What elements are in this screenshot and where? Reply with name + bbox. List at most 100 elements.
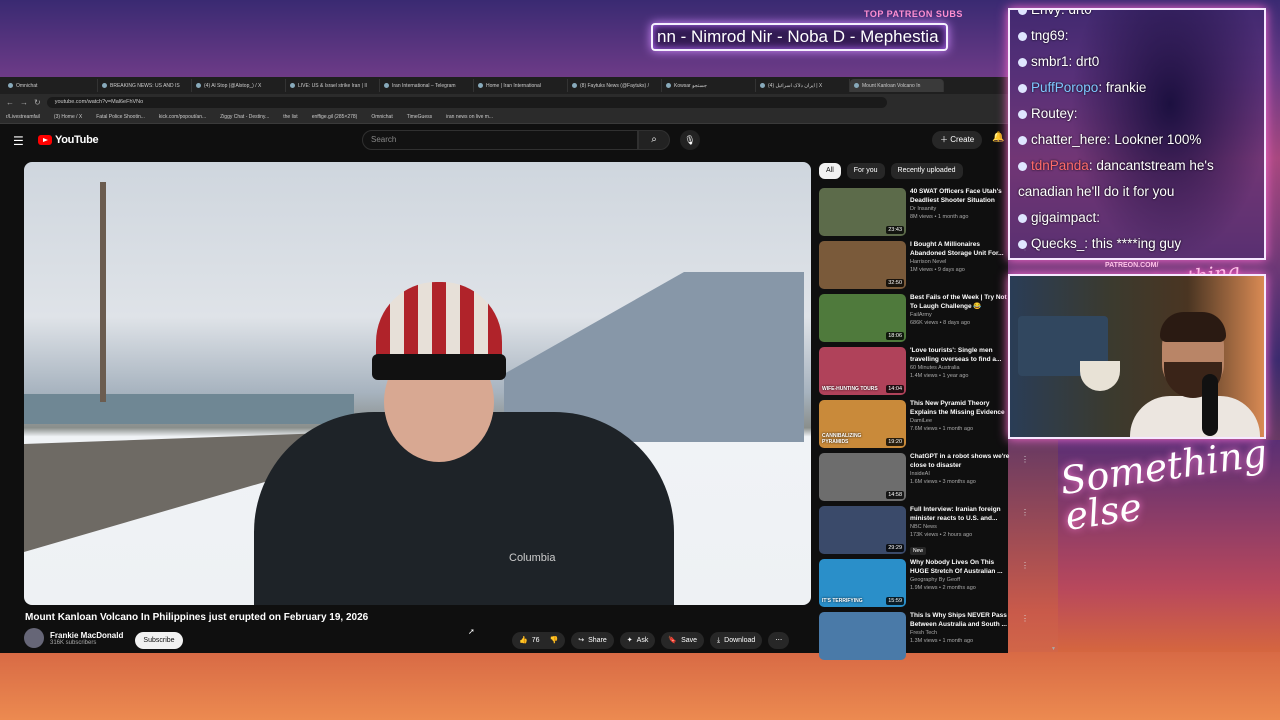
- subscribe-button[interactable]: Subscribe: [135, 632, 183, 649]
- sparkle-icon: ✦: [626, 637, 633, 644]
- bookmark-item[interactable]: Fatal Police Shootin...: [96, 114, 145, 120]
- video-player[interactable]: Columbia: [24, 162, 811, 605]
- share-button[interactable]: ↪ Share: [571, 632, 614, 649]
- filter-chip[interactable]: All: [819, 163, 841, 179]
- recommendation-title[interactable]: 'Love tourists': Single men travelling o…: [910, 347, 1010, 364]
- recommendation-item[interactable]: 29:29 Full Interview: Iranian foreign min…: [819, 506, 1029, 555]
- filter-chip[interactable]: For you: [846, 163, 885, 179]
- recommendation-item[interactable]: WIFE-HUNTING TOURS 14:04 'Love tourists': …: [819, 347, 1029, 396]
- recommendation-channel[interactable]: Geography By Geoff: [910, 576, 1010, 584]
- recommendation-thumbnail[interactable]: CANNIBALIZING PYRAMIDS 19:20: [819, 400, 906, 448]
- recommendation-item[interactable]: IT'S TERRIFYING 15:59 Why Nobody Lives On …: [819, 559, 1029, 608]
- reload-icon[interactable]: ↻: [34, 98, 41, 107]
- recommendation-thumbnail[interactable]: 29:29: [819, 506, 906, 554]
- youtube-header: ☰ YouTube Search ⌕ 🎙 ＋ Create 🔔: [0, 124, 1008, 157]
- tab-label: (8) Faytuks News (@Faytuks) /: [580, 82, 649, 89]
- recommendation-channel[interactable]: Fresh Tech: [910, 629, 1010, 637]
- more-options-icon[interactable]: ⋮: [1021, 614, 1029, 623]
- recommendation-thumbnail[interactable]: 32:50: [819, 241, 906, 289]
- recommendation-channel[interactable]: InsideAI: [910, 470, 1010, 478]
- recommendation-thumbnail[interactable]: WIFE-HUNTING TOURS 14:04: [819, 347, 906, 395]
- scroll-down-icon[interactable]: ▼: [1051, 646, 1056, 652]
- recommendation-meta: 1.6M views • 3 months ago: [910, 479, 976, 485]
- search-icon[interactable]: ⌕: [638, 130, 670, 150]
- like-button[interactable]: 👍 76 👎: [512, 632, 566, 649]
- tab-favicon-icon: [854, 83, 859, 88]
- browser-tab[interactable]: Mount Kanloan Volcano In: [850, 79, 944, 92]
- youtube-logo[interactable]: YouTube: [38, 134, 99, 146]
- microphone-icon[interactable]: 🎙: [680, 130, 700, 150]
- more-options-icon[interactable]: ⋮: [1021, 561, 1029, 570]
- browser-tab[interactable]: Kowsar جستجو: [662, 79, 756, 92]
- more-options-icon[interactable]: ⋮: [1021, 455, 1029, 464]
- browser-tab[interactable]: ایران دلاک اسرائیل (4) | X: [756, 79, 850, 92]
- tab-favicon-icon: [196, 83, 201, 88]
- more-options-icon[interactable]: ⋮: [1021, 508, 1029, 517]
- create-label: Create: [950, 135, 975, 144]
- bookmark-item[interactable]: Omnichat: [371, 114, 392, 120]
- chat-separator: :: [1096, 210, 1101, 225]
- search-input[interactable]: Search: [362, 130, 638, 150]
- forward-icon[interactable]: →: [20, 98, 28, 107]
- recommendation-channel[interactable]: FailArmy: [910, 311, 1010, 319]
- hamburger-menu-icon[interactable]: ☰: [13, 134, 24, 148]
- recommendation-thumbnail[interactable]: 23:43: [819, 188, 906, 236]
- bookmark-item[interactable]: r/Livestreamfail: [6, 114, 40, 120]
- download-button[interactable]: ⤓ Download: [710, 632, 763, 649]
- recommendation-channel[interactable]: Harrison Nevel: [910, 258, 1010, 266]
- recommendation-item[interactable]: This Is Why Ships NEVER Pass Between Aus…: [819, 612, 1029, 661]
- recommendation-title[interactable]: ChatGPT in a robot shows we're close to …: [910, 453, 1010, 470]
- patreon-subs-ticker: nn - Nimrod Nir - Noba D - Mephestia: [651, 23, 948, 51]
- recommendation-thumbnail[interactable]: IT'S TERRIFYING 15:59: [819, 559, 906, 607]
- channel-avatar[interactable]: [24, 628, 44, 648]
- bookmark-item[interactable]: TimeGuess: [407, 114, 432, 120]
- channel-name[interactable]: Frankie MacDonald: [50, 631, 123, 640]
- browser-tab[interactable]: Omnichat: [4, 79, 98, 92]
- url-field[interactable]: youtube.com/watch?v=Mal6eFhVNo: [46, 96, 887, 108]
- browser-tab[interactable]: Home | Iran International: [474, 79, 568, 92]
- recommendation-item[interactable]: 23:43 40 SWAT Officers Face Utah's Deadli…: [819, 188, 1029, 237]
- recommendation-item[interactable]: 18:06 Best Fails of the Week | Try Not To…: [819, 294, 1029, 343]
- bookmark-item[interactable]: iran news on live m...: [446, 114, 493, 120]
- browser-tab[interactable]: LIVE: US & Israel strike Iran | Il: [286, 79, 380, 92]
- recommendation-title[interactable]: This New Pyramid Theory Explains the Mis…: [910, 400, 1010, 417]
- recommendation-info: This Is Why Ships NEVER Pass Between Aus…: [910, 612, 1010, 661]
- recommendation-thumbnail[interactable]: 18:06: [819, 294, 906, 342]
- bookmark-item[interactable]: (3) Home / X: [54, 114, 82, 120]
- browser-tab[interactable]: Iran International – Telegram: [380, 79, 474, 92]
- bookmark-item[interactable]: kick.com/popout/an...: [159, 114, 206, 120]
- recommendation-item[interactable]: CANNIBALIZING PYRAMIDS 19:20 This New Pyra…: [819, 400, 1029, 449]
- ask-button[interactable]: ✦ Ask: [619, 632, 656, 649]
- more-actions-button[interactable]: ⋯: [768, 632, 790, 649]
- bookmark-item[interactable]: the list: [283, 114, 297, 120]
- recommendation-title[interactable]: 40 SWAT Officers Face Utah's Deadliest S…: [910, 188, 1010, 205]
- browser-tab[interactable]: (8) Faytuks News (@Faytuks) /: [568, 79, 662, 92]
- recommendation-title[interactable]: Full Interview: Iranian foreign minister…: [910, 506, 1010, 523]
- chat-text: drt0: [1068, 8, 1092, 17]
- recommendation-channel[interactable]: Dr Insanity: [910, 205, 1010, 213]
- recommendation-thumbnail[interactable]: 14:58: [819, 453, 906, 501]
- create-button[interactable]: ＋ Create: [932, 131, 983, 149]
- browser-tab[interactable]: (4) Al Stop (@Alstop_) / X: [192, 79, 286, 92]
- back-icon[interactable]: ←: [6, 98, 14, 107]
- save-button[interactable]: 🔖 Save: [661, 632, 705, 649]
- bookmark-icon: 🔖: [668, 637, 678, 644]
- recommendation-channel[interactable]: 60 Minutes Australia: [910, 364, 1010, 372]
- recommendation-item[interactable]: 32:50 I Bought A Millionaires Abandoned S…: [819, 241, 1029, 290]
- browser-tab[interactable]: BREAKING NEWS: US AND IS: [98, 79, 192, 92]
- recommendation-title[interactable]: Why Nobody Lives On This HUGE Stretch Of…: [910, 559, 1010, 576]
- recommendation-title[interactable]: Best Fails of the Week | Try Not To Laug…: [910, 294, 1010, 311]
- recommendation-thumbnail[interactable]: [819, 612, 906, 660]
- notifications-bell-icon[interactable]: 🔔: [992, 132, 1004, 143]
- recommendation-channel[interactable]: NBC News: [910, 523, 1010, 531]
- thumbs-down-icon[interactable]: 👎: [550, 632, 559, 649]
- tab-label: (4) Al Stop (@Alstop_) / X: [204, 82, 262, 89]
- recommendation-title[interactable]: This Is Why Ships NEVER Pass Between Aus…: [910, 612, 1010, 629]
- bookmark-item[interactable]: enffige.gil (285×278): [312, 114, 358, 120]
- recommendation-title[interactable]: I Bought A Millionaires Abandoned Storag…: [910, 241, 1010, 258]
- recommendation-item[interactable]: 14:58 ChatGPT in a robot shows we're clos…: [819, 453, 1029, 502]
- chat-badge-icon: [1018, 31, 1027, 41]
- recommendation-channel[interactable]: DamiLee: [910, 417, 1010, 425]
- filter-chip[interactable]: Recently uploaded: [890, 163, 963, 179]
- bookmark-item[interactable]: Ziggy Chat - Destiny...: [220, 114, 269, 120]
